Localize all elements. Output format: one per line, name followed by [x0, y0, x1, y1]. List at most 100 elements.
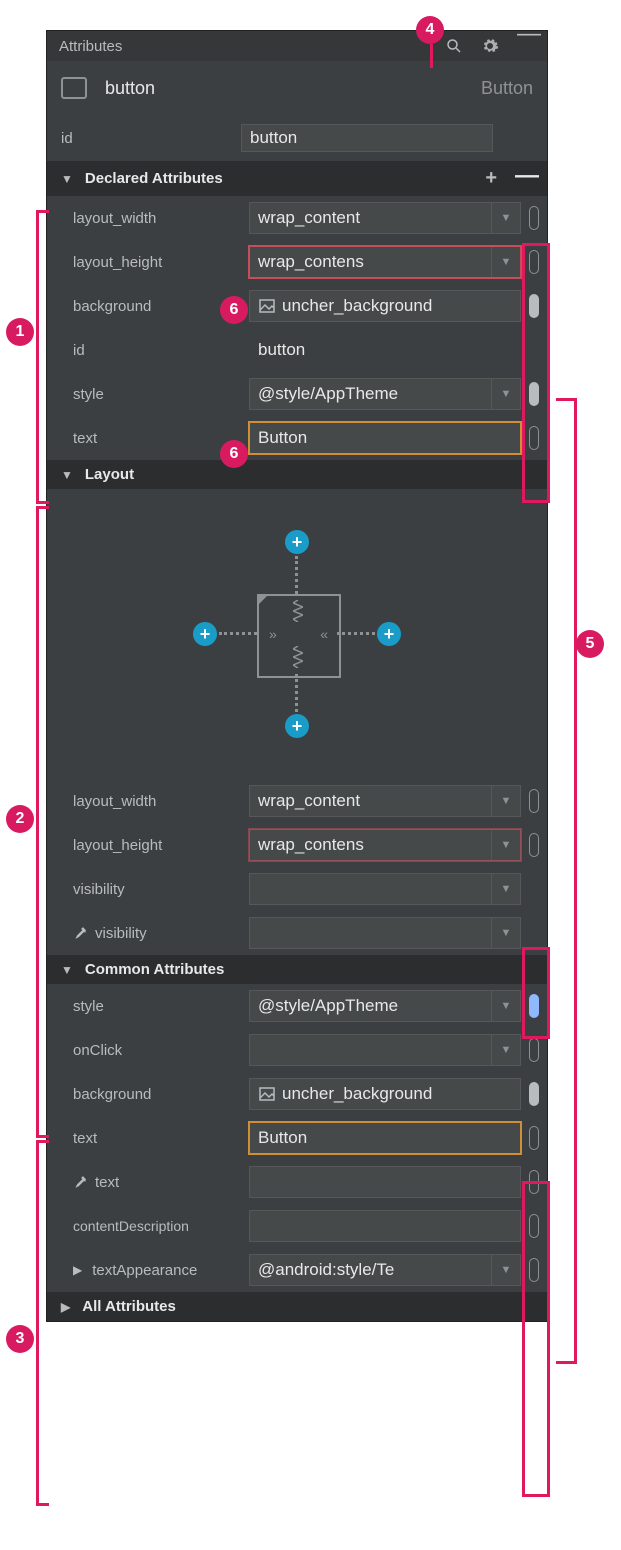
attributes-panel: Attributes — button Button id button ▼ D…: [46, 30, 548, 1322]
id-row: id button: [47, 115, 547, 161]
attr-label: onClick: [73, 1042, 249, 1059]
attr-value-dropdown[interactable]: @style/AppTheme ▼: [249, 990, 521, 1022]
wrench-icon: [73, 1175, 89, 1189]
attr-label: visibility: [73, 925, 249, 942]
id-input[interactable]: button: [241, 124, 493, 152]
attr-value[interactable]: Button: [249, 422, 521, 454]
attr-label: layout_width: [73, 793, 249, 810]
common-text-row: text Button: [47, 1116, 547, 1160]
resource-indicator[interactable]: [529, 1082, 539, 1106]
resource-indicator[interactable]: [529, 1170, 539, 1194]
overlay-line: [430, 44, 433, 68]
callout-badge: 5: [576, 630, 604, 658]
resource-indicator[interactable]: [529, 833, 539, 857]
chevron-down-icon[interactable]: ▼: [491, 874, 520, 904]
resource-indicator[interactable]: [529, 426, 539, 450]
resource-indicator[interactable]: [529, 789, 539, 813]
panel-title: Attributes: [59, 38, 445, 55]
image-icon: [258, 299, 276, 313]
section-common-title: Common Attributes: [85, 961, 224, 978]
section-common-header[interactable]: ▼ Common Attributes: [47, 955, 547, 984]
section-all-header[interactable]: ▶ All Attributes: [47, 1292, 547, 1321]
chevron-down-icon: ▼: [61, 468, 73, 482]
resource-indicator[interactable]: [529, 382, 539, 406]
attr-value-dropdown[interactable]: wrap_contens ▼: [249, 829, 521, 861]
section-layout-header[interactable]: ▼ Layout: [47, 460, 547, 489]
section-all-title: All Attributes: [82, 1298, 176, 1315]
resource-indicator[interactable]: [529, 1258, 539, 1282]
callout-badge: 1: [6, 318, 34, 346]
spring-icon: [293, 600, 303, 622]
section-layout-title: Layout: [85, 466, 134, 483]
resource-indicator[interactable]: [529, 250, 539, 274]
common-textappearance-row: ▶ textAppearance @android:style/Te ▼: [47, 1248, 547, 1292]
attr-value-dropdown[interactable]: wrap_contens ▼: [249, 246, 521, 278]
attr-label: layout_height: [73, 837, 249, 854]
overlay-bracket: [36, 1140, 49, 1506]
constraint-handle-left[interactable]: +: [193, 622, 217, 646]
attr-value[interactable]: button: [249, 334, 521, 366]
section-declared-header[interactable]: ▼ Declared Attributes + —: [47, 161, 547, 196]
layout-height-row: layout_height wrap_contens ▼: [47, 823, 547, 867]
gear-icon[interactable]: [481, 37, 499, 55]
constraint-handle-top[interactable]: +: [285, 530, 309, 554]
attr-text: text Button: [47, 416, 547, 460]
attr-value-dropdown[interactable]: ▼: [249, 917, 521, 949]
attr-label: style: [73, 386, 249, 403]
chevron-down-icon[interactable]: ▼: [491, 1255, 520, 1285]
component-header: button Button: [47, 61, 547, 115]
component-type: Button: [481, 78, 533, 99]
attr-value[interactable]: uncher_background: [249, 1078, 521, 1110]
attr-label: layout_width: [73, 210, 249, 227]
chevron-down-icon[interactable]: ▼: [491, 786, 520, 816]
attr-value[interactable]: uncher_background: [249, 290, 521, 322]
component-name: button: [105, 78, 471, 99]
attr-layout-width: layout_width wrap_content ▼: [47, 196, 547, 240]
chevron-right-icon[interactable]: ▶: [73, 1263, 82, 1277]
constraint-handle-right[interactable]: +: [377, 622, 401, 646]
chevron-down-icon[interactable]: ▼: [491, 379, 520, 409]
section-declared-title: Declared Attributes: [85, 170, 223, 187]
common-contentdesc-row: contentDescription: [47, 1204, 547, 1248]
minimize-icon[interactable]: —: [517, 34, 535, 52]
resource-indicator[interactable]: [529, 1126, 539, 1150]
attr-value-dropdown[interactable]: wrap_content ▼: [249, 202, 521, 234]
search-icon[interactable]: [445, 37, 463, 55]
constraint-widget[interactable]: + + + + » «: [47, 489, 547, 779]
callout-badge: 4: [416, 16, 444, 44]
image-icon: [258, 1087, 276, 1101]
chevron-down-icon[interactable]: ▼: [491, 247, 520, 277]
common-tools-text-row: text: [47, 1160, 547, 1204]
attr-label: style: [73, 998, 249, 1015]
chevron-down-icon: ▼: [61, 172, 73, 186]
chevron-down-icon[interactable]: ▼: [491, 1035, 520, 1065]
overlay-bracket: [36, 210, 49, 504]
chevron-down-icon[interactable]: ▼: [491, 830, 520, 860]
overlay-bracket: [556, 398, 577, 1364]
attr-value-dropdown[interactable]: wrap_content ▼: [249, 785, 521, 817]
callout-badge: 6: [220, 296, 248, 324]
resource-indicator[interactable]: [529, 994, 539, 1018]
add-attribute-icon[interactable]: +: [485, 167, 497, 190]
callout-badge: 3: [6, 1325, 34, 1353]
layout-width-row: layout_width wrap_content ▼: [47, 779, 547, 823]
visibility-row: visibility ▼: [47, 867, 547, 911]
attr-value-dropdown[interactable]: ▼: [249, 1034, 521, 1066]
attr-value-dropdown[interactable]: @android:style/Te ▼: [249, 1254, 521, 1286]
constraint-handle-bottom[interactable]: +: [285, 714, 309, 738]
resource-indicator[interactable]: [529, 1214, 539, 1238]
chevron-left-icon: «: [320, 626, 325, 642]
chevron-down-icon[interactable]: ▼: [491, 203, 520, 233]
id-label: id: [61, 130, 231, 147]
attr-value-dropdown[interactable]: ▼: [249, 873, 521, 905]
chevron-down-icon[interactable]: ▼: [491, 991, 520, 1021]
attr-value-dropdown[interactable]: @style/AppTheme ▼: [249, 378, 521, 410]
chevron-down-icon[interactable]: ▼: [491, 918, 520, 948]
attr-label: text: [73, 1174, 249, 1191]
attr-value[interactable]: [249, 1210, 521, 1242]
resource-indicator[interactable]: [529, 206, 539, 230]
attr-value[interactable]: Button: [249, 1122, 521, 1154]
resource-indicator[interactable]: [529, 1038, 539, 1062]
attr-value[interactable]: [249, 1166, 521, 1198]
resource-indicator[interactable]: [529, 294, 539, 318]
